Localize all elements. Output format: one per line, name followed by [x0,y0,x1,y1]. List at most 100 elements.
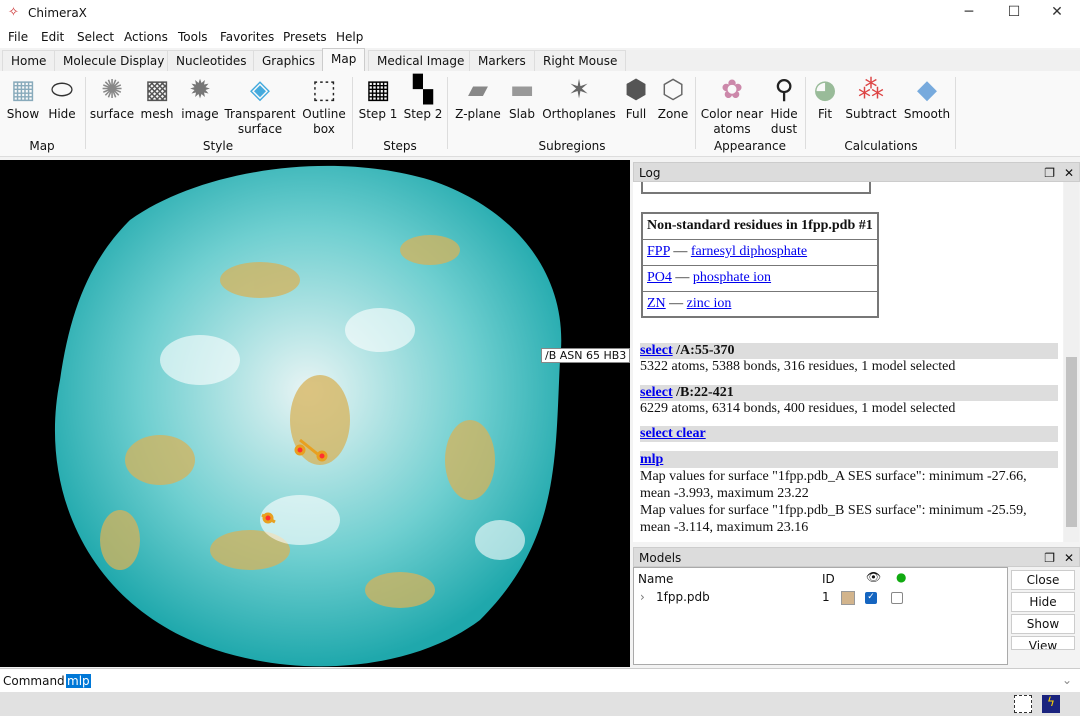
tab-markers[interactable]: Markers [469,50,535,72]
group-divider [695,77,696,149]
menu-help[interactable]: Help [336,30,363,44]
slab-button[interactable]: ▬ Slab [507,75,537,122]
menu-file[interactable]: File [8,30,28,44]
residue-name-link[interactable]: zinc ion [687,296,732,311]
expand-chevron-icon[interactable]: › [640,590,645,604]
log-title: Log [639,166,661,180]
residue-name-link[interactable]: farnesyl diphosphate [691,244,807,259]
close-log-icon[interactable]: ✕ [1064,166,1074,180]
command-link[interactable]: select [640,343,673,358]
menu-tools[interactable]: Tools [178,30,208,44]
residue-code-link[interactable]: ZN [647,296,666,311]
tab-home[interactable]: Home [2,50,56,72]
maximize-button[interactable]: ☐ [991,4,1037,24]
command-link[interactable]: select [640,385,673,400]
atom-hover-label: /B ASN 65 HB3 [541,348,630,363]
group-divider [447,77,448,149]
minimize-button[interactable]: ─ [946,4,992,24]
residue-name-link[interactable]: phosphate ion [693,270,771,285]
outline-box-button[interactable]: ⬚ Outline box [302,75,345,137]
log-entry: select clear [640,426,1058,442]
close-model-button[interactable]: Close [1011,570,1075,590]
log-output: Map values for surface "1fpp.pdb_B SES s… [640,503,1027,535]
log-header: Log ❐ ✕ [633,162,1080,182]
surface-button[interactable]: ✺ surface [90,75,134,122]
z-plane-button[interactable]: ▰ Z-plane [455,75,501,122]
button-label: mesh [140,107,174,121]
shown-checkbox[interactable]: ✓ [865,592,877,604]
image-icon: ✹ [189,74,211,105]
menu-actions[interactable]: Actions [124,30,168,44]
tab-right-mouse[interactable]: Right Mouse [534,50,627,72]
slab-icon: ▬ [509,74,535,105]
column-name: Name [638,572,674,586]
zone-button[interactable]: ⬡ Zone [658,75,689,122]
view-model-button[interactable]: View [1011,636,1075,650]
command-input[interactable]: mlp [66,674,91,688]
orthoplanes-button[interactable]: ✶ Orthoplanes [542,75,616,122]
residue-code-link[interactable]: PO4 [647,270,672,285]
command-link[interactable]: mlp [640,452,663,467]
group-label: Appearance [713,139,787,153]
menu-select[interactable]: Select [77,30,114,44]
mesh-button[interactable]: ▩ mesh [141,75,174,122]
hide-model-button[interactable]: Hide [1011,592,1075,612]
status-bar: ϟ [0,692,1080,716]
button-label: Zone [657,107,689,121]
tab-nucleotides[interactable]: Nucleotides [167,50,256,72]
group-label: Subregions [538,139,606,153]
tab-map[interactable]: Map [322,48,366,72]
nonstandard-residues-table: Non-standard residues in 1fpp.pdb #1 FPP… [641,212,879,318]
full-button[interactable]: ⬢ Full [621,75,651,122]
zone-icon: ⬡ [661,74,685,105]
fit-button[interactable]: ◕ Fit [810,75,840,122]
show-button[interactable]: ▦ Show [7,75,39,122]
log-entry: select /A:55-370 5322 atoms, 5388 bonds,… [640,343,1058,375]
model-color-swatch[interactable] [841,591,855,605]
close-window-button[interactable]: ✕ [1034,4,1080,24]
lightning-icon[interactable]: ϟ [1042,695,1060,713]
command-link[interactable]: select clear [640,426,706,441]
button-label: Orthoplanes [542,107,616,121]
hide-dust-button[interactable]: ⚲ Hide dust [769,75,799,137]
close-models-icon[interactable]: ✕ [1064,551,1074,565]
hide-button[interactable]: ⬭ Hide [47,75,77,122]
group-divider [85,77,86,149]
menu-favorites[interactable]: Favorites [220,30,274,44]
color-near-atoms-button[interactable]: ✿ Color near atoms [701,75,763,137]
tab-medical-image[interactable]: Medical Image [368,50,474,72]
dash: — [673,244,688,259]
button-label: Hide [48,107,76,121]
menu-presets[interactable]: Presets [283,30,327,44]
menu-edit[interactable]: Edit [41,30,64,44]
model-name[interactable]: 1fpp.pdb [656,590,710,604]
selected-checkbox[interactable] [891,592,903,604]
undock-icon[interactable]: ❐ [1044,166,1055,180]
subtract-button[interactable]: ⁂ Subtract [845,75,896,122]
smooth-button[interactable]: ◆ Smooth [904,75,950,122]
step-2-button[interactable]: ▚ Step 2 [404,75,443,122]
show-model-button[interactable]: Show [1011,614,1075,634]
fit-icon: ◕ [813,74,837,105]
button-label: Step 1 [358,107,398,121]
scroll-thumb[interactable] [1066,357,1077,527]
transparent-surface-button[interactable]: ◈ Transparent surface [224,75,295,137]
color-near-atoms-icon: ✿ [721,74,743,105]
command-args: /A:55-370 [672,343,735,358]
residue-code-link[interactable]: FPP [647,244,670,259]
map-hide-icon: ⬭ [50,74,74,105]
undock-icon[interactable]: ❐ [1044,551,1055,565]
step-1-button[interactable]: ▦ Step 1 [359,75,398,122]
log-scrollbar[interactable] [1064,182,1079,542]
z-plane-icon: ▰ [467,74,488,105]
tab-graphics[interactable]: Graphics [253,50,324,72]
command-history-dropdown-icon[interactable]: ⌄ [1062,673,1072,687]
image-button[interactable]: ✹ image [181,75,218,122]
group-label: Steps [383,139,417,153]
models-header: Models ❐ ✕ [633,547,1080,567]
3d-viewport[interactable]: /B ASN 65 HB3 [0,160,630,667]
tab-molecule-display[interactable]: Molecule Display [54,50,174,72]
group-divider [805,77,806,149]
selection-inspector-icon[interactable] [1014,695,1032,713]
map-show-icon: ▦ [10,74,36,105]
